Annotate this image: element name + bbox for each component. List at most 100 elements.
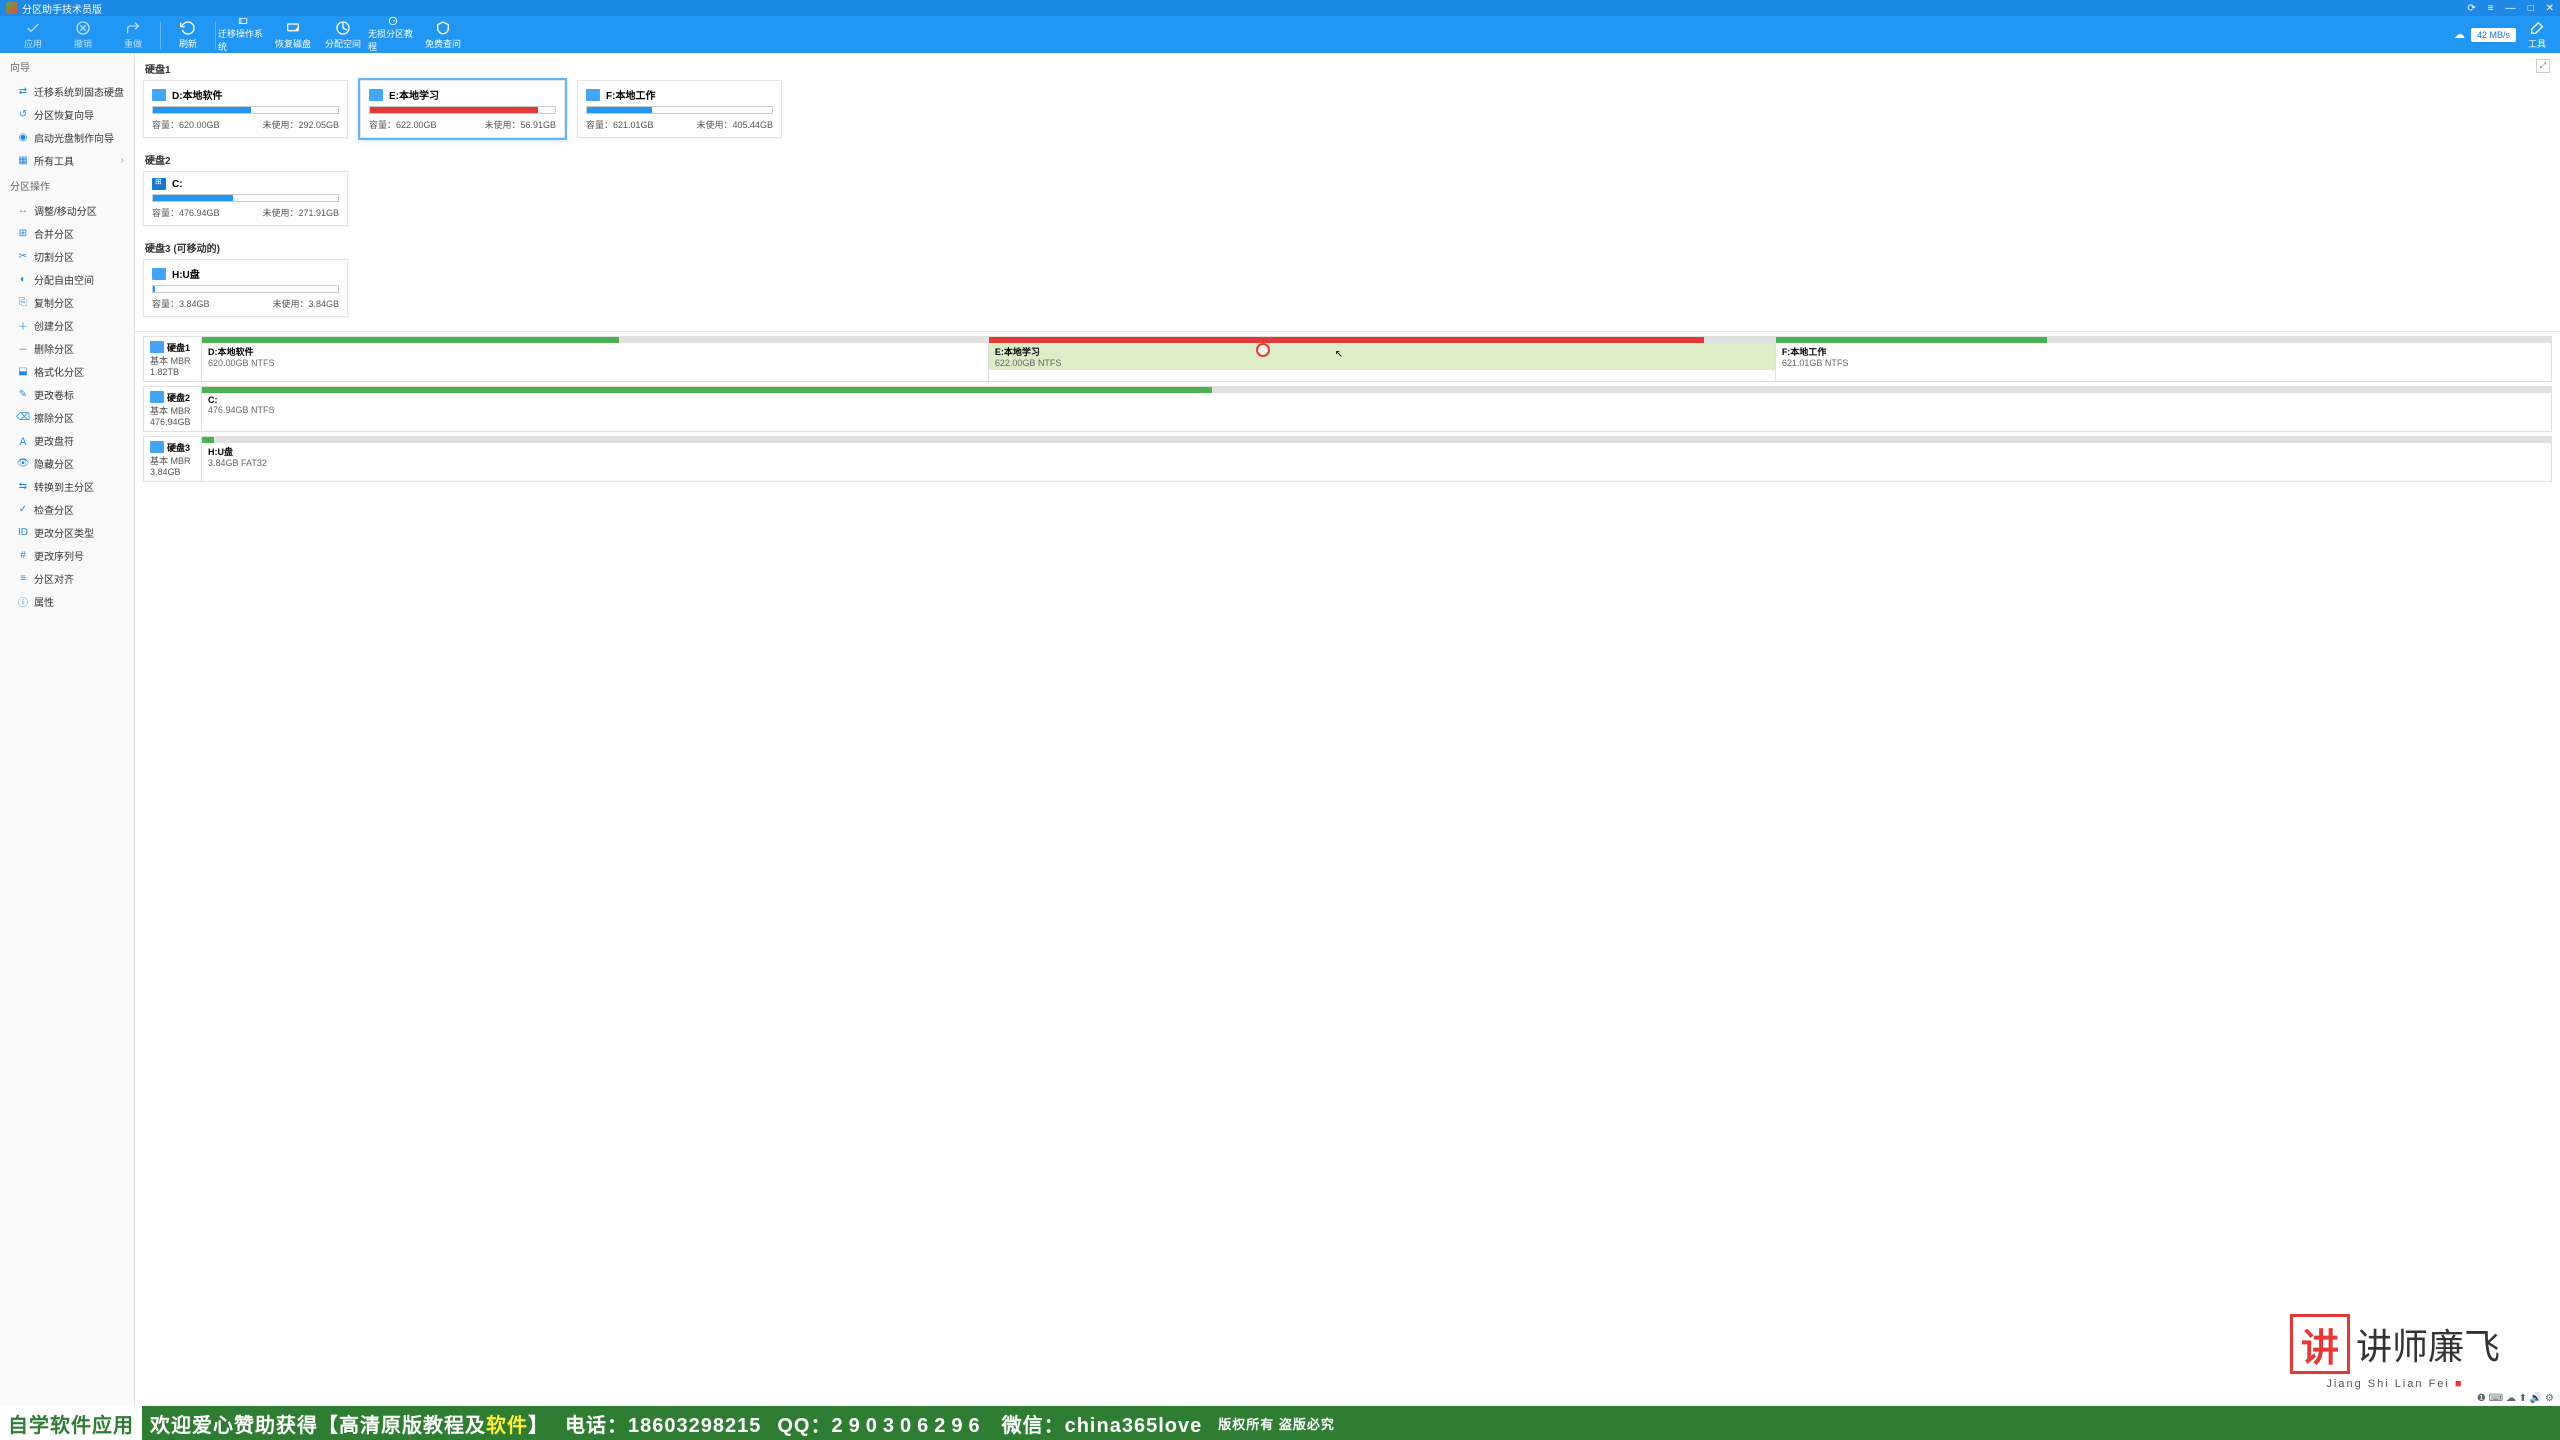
maximize-icon[interactable]: □ [2528, 3, 2534, 14]
sidebar-item[interactable]: －删除分区 [0, 337, 134, 360]
disk-card-name: C: [172, 179, 183, 190]
disk-card[interactable]: H:U盘 容量：3.84GB未使用：3.84GB [143, 259, 348, 317]
sidebar-item-label: 属性 [34, 594, 54, 609]
sidebar-wizard-header: 向导 [0, 53, 134, 80]
disk-type: 基本 MBR [150, 404, 191, 417]
minimize-icon[interactable]: — [2506, 3, 2516, 14]
apply-button[interactable]: 应用 [8, 16, 58, 53]
tray-icons: ❶ ⌨ ☁ ⬆ 🔊 ⚙ [2477, 1393, 2554, 1404]
capacity-label: 容量：622.00GB [369, 118, 437, 131]
sidebar-item-label: 启动光盘制作向导 [34, 130, 114, 145]
free-query-button[interactable]: 免费查问 [418, 16, 468, 53]
sidebar-icon: ＋ [18, 321, 28, 331]
app-title: 分区助手技术员版 [22, 1, 102, 16]
sidebar-ops-header: 分区操作 [0, 172, 134, 199]
sidebar-item[interactable]: ↔调整/移动分区 [0, 199, 134, 222]
cloud-icon[interactable]: ☁ [2454, 28, 2465, 41]
sidebar-item[interactable]: ＋ 创建分区 [0, 314, 134, 337]
allocate-space-button[interactable]: 分配空间 [318, 16, 368, 53]
sidebar-item[interactable]: ⇄迁移系统到固态硬盘 [0, 80, 134, 103]
sidebar-item[interactable]: ⓘ属性 [0, 590, 134, 613]
sidebar-item[interactable]: ✂切割分区 [0, 245, 134, 268]
tools-button[interactable]: 工具 [2522, 16, 2552, 53]
sidebar-icon: ↔ [18, 206, 28, 216]
toolbar: 应用 撤销 重做 刷新 迁移操作系统 恢复磁盘 分配空间 无损分区教程 免费查问… [0, 16, 2560, 53]
disk-size: 3.84GB [150, 467, 181, 477]
sidebar-item-label: 分区恢复向导 [34, 107, 94, 122]
free-label: 未使用：405.44GB [696, 118, 773, 131]
disk1-title: 硬盘1 [143, 57, 2552, 80]
disk-name: 硬盘1 [167, 341, 190, 354]
sidebar-item[interactable]: 👁隐藏分区 [0, 452, 134, 475]
sidebar-item-label: 隐藏分区 [34, 456, 74, 471]
sidebar-item[interactable]: ⎘复制分区 [0, 291, 134, 314]
disk-card[interactable]: C: 容量：476.94GB未使用：271.91GB [143, 171, 348, 226]
sidebar-item[interactable]: ≡分区对齐 [0, 567, 134, 590]
capacity-label: 容量：620.00GB [152, 118, 220, 131]
disk-card[interactable]: E:本地学习 容量：622.00GB未使用：56.91GB [360, 80, 565, 138]
usage-bar [152, 285, 339, 293]
migrate-os-button[interactable]: 迁移操作系统 [218, 16, 268, 53]
redo-button[interactable]: 重做 [108, 16, 158, 53]
discard-button[interactable]: 撤销 [58, 16, 108, 53]
partition-row-header[interactable]: 硬盘3 基本 MBR 3.84GB [144, 437, 202, 481]
partition-block[interactable]: H:U盘 3.84GB FAT32 [202, 437, 2551, 481]
recover-disk-button[interactable]: 恢复磁盘 [268, 16, 318, 53]
disk-type: 基本 MBR [150, 354, 191, 367]
refresh-button[interactable]: 刷新 [163, 16, 213, 53]
speed-badge: 42 MB/s [2471, 28, 2516, 42]
sidebar-item[interactable]: ◉启动光盘制作向导 [0, 126, 134, 149]
tutorial-button[interactable]: 无损分区教程 [368, 16, 418, 53]
sidebar-item-label: 分区对齐 [34, 571, 74, 586]
banner-wechat: 微信：china365love [994, 1409, 1211, 1438]
close-icon[interactable]: ✕ [2546, 3, 2554, 14]
partition-table: 硬盘1 基本 MBR 1.82TB D:本地软件 620.00GB NTFS ↖… [135, 331, 2560, 490]
sidebar-item-label: 合并分区 [34, 226, 74, 241]
sidebar-item[interactable]: ↺分区恢复向导 [0, 103, 134, 126]
partition-name: C: [208, 395, 2545, 405]
free-label: 未使用：3.84GB [272, 297, 339, 310]
partition-block[interactable]: D:本地软件 620.00GB NTFS [202, 337, 989, 381]
capacity-label: 容量：476.94GB [152, 206, 220, 219]
sidebar-item[interactable]: ◐分配自由空间 [0, 268, 134, 291]
partition-block[interactable]: C: 476.94GB NTFS [202, 387, 2551, 431]
disk-size: 1.82TB [150, 367, 179, 377]
sidebar-icon: ✓ [18, 505, 28, 515]
partition-name: H:U盘 [208, 445, 2545, 458]
sidebar-icon: － [18, 344, 28, 354]
partition-block[interactable]: F:本地工作 621.01GB NTFS [1776, 337, 2551, 381]
partition-size: 3.84GB FAT32 [208, 458, 2545, 468]
sidebar-item[interactable]: #更改序列号 [0, 544, 134, 567]
partition-block[interactable]: ↖ E:本地学习 622.00GB NTFS [989, 337, 1776, 381]
app-icon [6, 2, 18, 14]
sidebar-icon: ⊞ [18, 229, 28, 239]
partition-row-header[interactable]: 硬盘2 基本 MBR 476.94GB [144, 387, 202, 431]
refresh-icon[interactable]: ⟳ [2467, 3, 2475, 14]
disk-cards-area: ⤢ 硬盘1 D:本地软件 容量：620.00GB未使用：292.05GB E:本… [135, 53, 2560, 331]
sidebar-item[interactable]: ✎更改卷标 [0, 383, 134, 406]
sidebar-item[interactable]: Ａ更改盘符 [0, 429, 134, 452]
sidebar-item[interactable]: ✓检查分区 [0, 498, 134, 521]
partition-name: D:本地软件 [208, 345, 982, 358]
disk-icon [150, 441, 164, 453]
disk-icon [150, 341, 164, 353]
sidebar-item-label: 更改序列号 [34, 548, 84, 563]
usage-bar [152, 106, 339, 114]
sidebar-item[interactable]: ⬓格式化分区 [0, 360, 134, 383]
sidebar-icon: ▦ [18, 156, 28, 166]
sidebar-item[interactable]: ▦所有工具 [0, 149, 134, 172]
menu-icon[interactable]: ≡ [2488, 3, 2494, 14]
expand-button[interactable]: ⤢ [2536, 59, 2550, 73]
drive-icon [152, 178, 166, 190]
sidebar-item[interactable]: ⇆转换到主分区 [0, 475, 134, 498]
disk-card[interactable]: F:本地工作 容量：621.01GB未使用：405.44GB [577, 80, 782, 138]
sidebar-item-label: 创建分区 [34, 318, 74, 333]
sidebar-item[interactable]: ⌫擦除分区 [0, 406, 134, 429]
drive-icon [369, 89, 383, 101]
sidebar-item[interactable]: ⊞ 合并分区 [0, 222, 134, 245]
sidebar-item[interactable]: ID更改分区类型 [0, 521, 134, 544]
disk-card[interactable]: D:本地软件 容量：620.00GB未使用：292.05GB [143, 80, 348, 138]
partition-row-header[interactable]: 硬盘1 基本 MBR 1.82TB [144, 337, 202, 381]
usage-bar [369, 106, 556, 114]
sidebar-item-label: 迁移系统到固态硬盘 [34, 84, 124, 99]
